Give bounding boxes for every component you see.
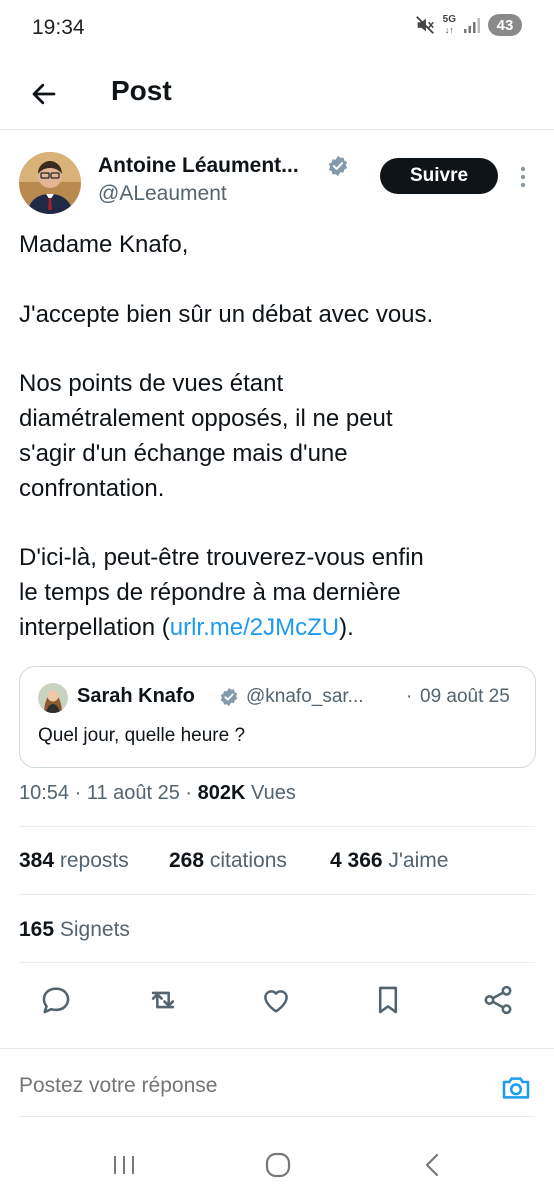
top-header: Post <box>0 58 554 130</box>
divider <box>19 1116 535 1117</box>
quoted-author-avatar <box>38 683 68 713</box>
bookmark-icon[interactable] <box>371 983 405 1017</box>
views-label: Vues <box>245 782 296 804</box>
post-line: Nos points de vues étant <box>19 370 284 398</box>
post-line: s'agir d'un échange mais d'une <box>19 439 348 467</box>
divider <box>19 826 535 827</box>
post-line: diamétralement opposés, il ne peut <box>19 404 393 432</box>
post-line-suffix: ). <box>339 613 354 641</box>
status-bar: 19:34 5G ↓↑ 43 <box>0 0 554 58</box>
post-line: confrontation. <box>19 474 165 502</box>
post-line: D'ici-là, peut-être trouverez-vous enfin <box>19 544 424 572</box>
post-text: Madame Knafo, J'accepte bien sûr un déba… <box>19 228 539 646</box>
network-label: 5G ↓↑ <box>442 14 456 36</box>
quoted-author-handle: @knafo_sar... <box>246 686 364 707</box>
status-icons: 5G ↓↑ 43 <box>414 14 522 36</box>
page-title: Post <box>111 75 172 106</box>
verified-icon <box>220 687 238 707</box>
back-nav-icon[interactable] <box>416 1148 450 1182</box>
like-icon[interactable] <box>259 983 293 1017</box>
system-nav-bar <box>0 1130 554 1200</box>
arrow-left-icon <box>32 83 56 105</box>
quoted-post-card[interactable]: Sarah Knafo @knafo_sar... · 09 août 25 Q… <box>19 666 536 768</box>
views-count: 802K <box>197 782 246 804</box>
share-icon[interactable] <box>481 983 515 1017</box>
post-line: J'accepte bien sûr un débat avec vous. <box>19 300 434 328</box>
back-button[interactable] <box>24 74 64 114</box>
author-handle[interactable]: @ALeaument <box>98 182 227 206</box>
post-link[interactable]: urlr.me/2JMcZU <box>170 614 339 641</box>
reply-input[interactable] <box>19 1074 479 1098</box>
divider <box>19 962 535 963</box>
home-icon[interactable] <box>261 1148 295 1182</box>
quotes-stat[interactable]: 268 citations <box>169 849 287 873</box>
post-line-prefix: interpellation ( <box>19 613 170 641</box>
quoted-separator: · <box>406 686 413 707</box>
quoted-date: 09 août 25 <box>420 686 510 707</box>
recent-apps-icon[interactable] <box>107 1148 141 1182</box>
status-time: 19:34 <box>32 16 85 39</box>
author-avatar[interactable] <box>19 152 81 214</box>
mute-icon <box>415 16 434 34</box>
battery-icon: 43 <box>488 14 522 36</box>
post-line: Madame Knafo, <box>19 231 189 258</box>
avatar-image <box>19 152 81 214</box>
post-line: interpellation (urlr.me/2JMcZU). <box>19 611 539 646</box>
post-timestamp: 10:54 · 11 août 25 · <box>19 782 198 804</box>
camera-icon[interactable] <box>500 1072 532 1104</box>
repost-icon[interactable] <box>146 983 180 1017</box>
signal-icon <box>464 18 480 33</box>
divider <box>19 894 535 895</box>
divider <box>0 1048 554 1049</box>
quoted-text: Quel jour, quelle heure ? <box>38 725 246 746</box>
quoted-author-name: Sarah Knafo <box>77 685 195 707</box>
reposts-stat[interactable]: 384 reposts <box>19 849 129 873</box>
author-name[interactable]: Antoine Léaument... <box>98 154 299 178</box>
quoted-avatar-image <box>38 683 68 713</box>
verified-icon <box>328 155 348 177</box>
bookmarks-stat[interactable]: 165 Signets <box>19 918 130 942</box>
post-line: le temps de répondre à ma dernière <box>19 578 401 606</box>
follow-button[interactable]: Suivre <box>380 158 498 194</box>
likes-stat[interactable]: 4 366 J'aime <box>330 849 448 873</box>
post-meta: 10:54 · 11 août 25 · 802K Vues <box>19 782 296 805</box>
more-options-icon[interactable] <box>512 160 534 194</box>
reply-icon[interactable] <box>39 983 73 1017</box>
